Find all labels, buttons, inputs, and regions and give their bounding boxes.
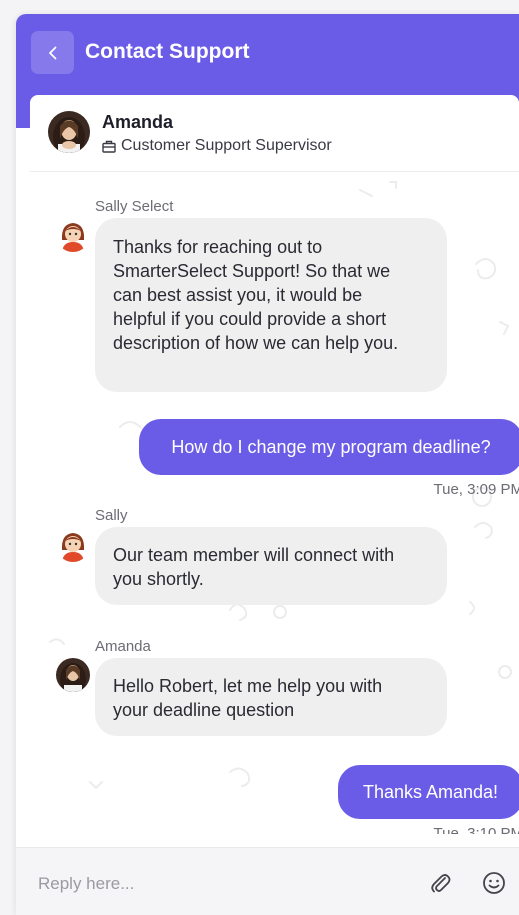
reply-bar (16, 847, 519, 915)
message-line: Our team member will connect with (113, 545, 395, 565)
message-line: Thanks for reaching out to (113, 237, 323, 257)
message-sender: Amanda (95, 638, 151, 655)
reply-input[interactable] (36, 868, 400, 900)
chevron-left-icon (48, 46, 56, 59)
message-timestamp: Tue, 3:10 PM (433, 825, 519, 834)
bot-avatar (56, 528, 90, 562)
agent-card: Amanda Customer Support Supervisor (30, 95, 519, 172)
message-line: your deadline question (113, 700, 295, 720)
agent-role: Customer Support Supervisor (102, 137, 332, 155)
paperclip-icon (431, 874, 451, 893)
message-sender: Sally (95, 507, 128, 524)
support-chat-widget: Contact Support Amanda Customer Support … (16, 14, 519, 915)
message-timestamp: Tue, 3:09 PM (433, 481, 519, 498)
message-bubble-incoming: Our team member will connect with you sh… (95, 527, 447, 605)
message-sender: Sally Select (95, 198, 174, 215)
message-bubble-incoming: Hello Robert, let me help you with your … (95, 658, 447, 736)
message-line: Hello Robert, let me help you with (113, 676, 383, 696)
message-bubble-outgoing: Thanks Amanda! (338, 765, 519, 819)
agent-avatar (48, 111, 90, 153)
message-line: you shortly. (113, 569, 204, 589)
message-line: can best assist you, it would be (113, 285, 363, 305)
smiley-icon (483, 872, 505, 894)
briefcase-icon (102, 140, 116, 153)
message-line: SmarterSelect Support! So that we (113, 261, 391, 281)
message-bubble-incoming: Thanks for reaching out to SmarterSelect… (95, 218, 447, 392)
message-bubble-outgoing: How do I change my program deadline? (139, 419, 519, 475)
attach-button[interactable] (427, 870, 453, 896)
agent-avatar-small (56, 658, 90, 692)
message-line: description of how we can help you. (113, 333, 399, 353)
message-list[interactable]: Sally Select Thanks for reaching out to … (30, 172, 519, 834)
back-button[interactable] (31, 31, 74, 74)
message-line: helpful if you could provide a short (113, 309, 387, 329)
agent-name: Amanda (102, 112, 174, 132)
bot-avatar (56, 218, 90, 252)
agent-role-label: Customer Support Supervisor (121, 137, 332, 154)
emoji-button[interactable] (481, 870, 507, 896)
page-title: Contact Support (85, 40, 250, 63)
